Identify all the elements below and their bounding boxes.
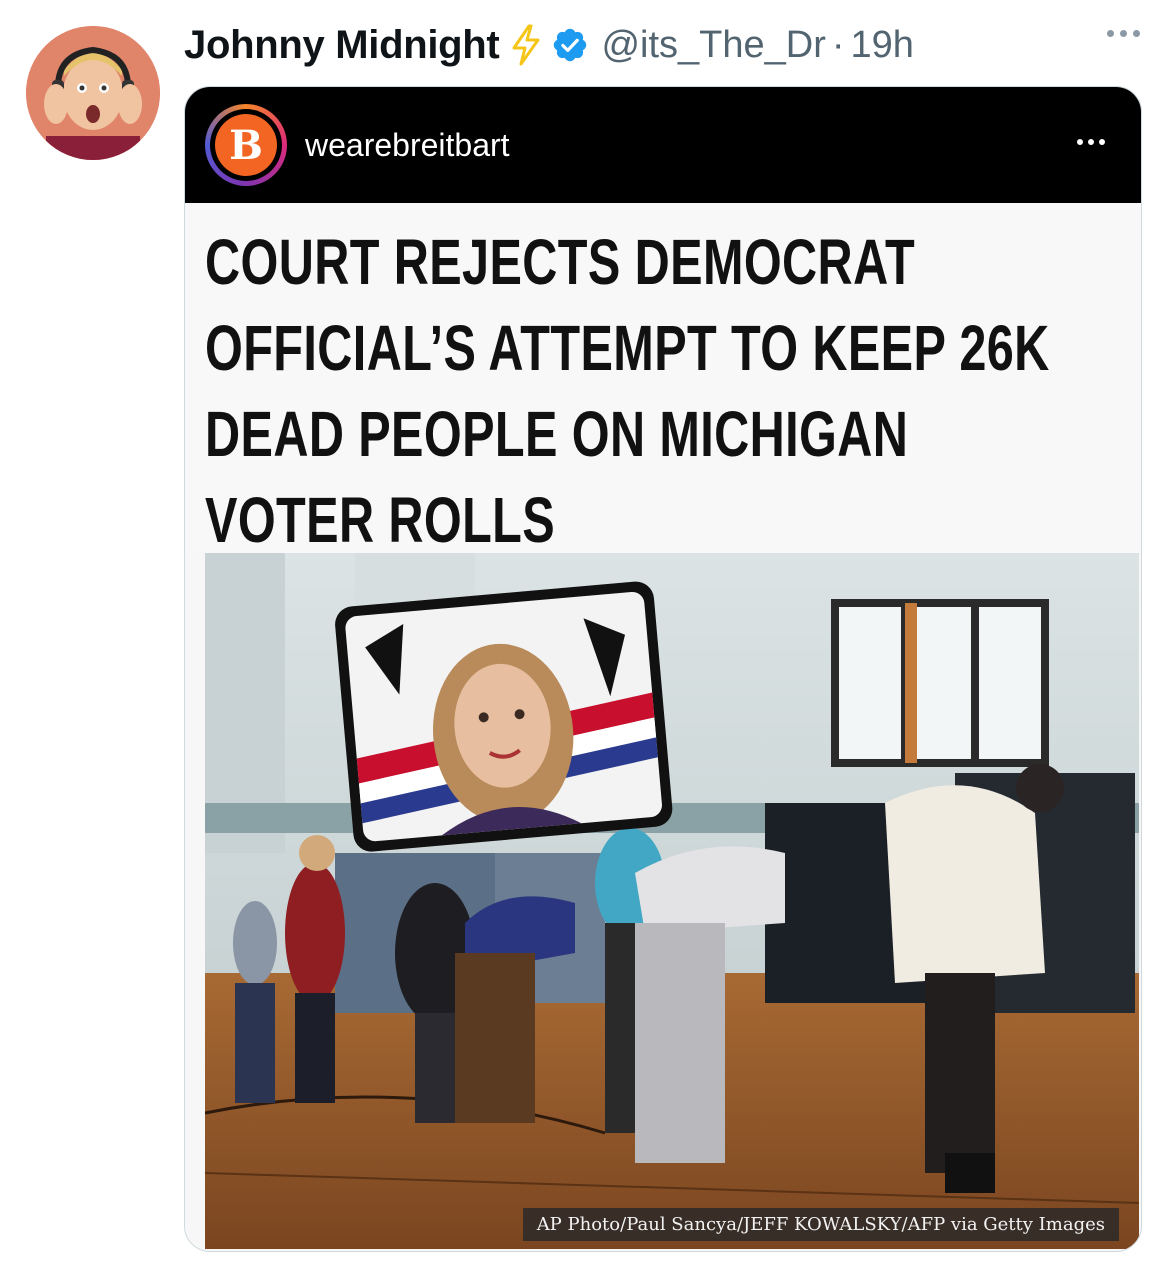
headline-area: COURT REJECTS DEMOCRAT OFFICIAL’S ATTEMP… xyxy=(185,203,1141,556)
author-handle[interactable]: @its_The_Dr xyxy=(601,24,825,67)
separator-dot: · xyxy=(831,23,845,66)
gym-windows xyxy=(831,599,1049,767)
headline-line: DEAD PEOPLE ON MICHIGAN xyxy=(205,398,909,470)
polling-place-photo xyxy=(205,553,1139,1249)
lightning-bolt-icon xyxy=(509,24,543,66)
avatar-image xyxy=(26,26,160,160)
headline-line: VOTER ROLLS xyxy=(205,484,556,556)
photo-caption: AP Photo/Paul Sancya/JEFF KOWALSKY/AFP v… xyxy=(522,1208,1119,1241)
tweet-timestamp[interactable]: 19h xyxy=(851,24,914,67)
author-display-name[interactable]: Johnny Midnight xyxy=(184,23,500,68)
news-photo: AP Photo/Paul Sancya/JEFF KOWALSKY/AFP v… xyxy=(205,553,1139,1249)
headline-line: OFFICIAL’S ATTEMPT TO KEEP 26K xyxy=(205,312,1050,384)
logo-letter: B xyxy=(215,114,277,176)
embedded-account-name[interactable]: wearebreitbart xyxy=(305,127,510,164)
account-logo[interactable]: B xyxy=(205,104,287,186)
tweet-media[interactable]: B wearebreitbart COURT REJECTS DEMOCRAT … xyxy=(184,86,1142,1252)
avatar[interactable] xyxy=(26,26,160,160)
embedded-post-header: B wearebreitbart xyxy=(185,87,1141,203)
inset-portrait xyxy=(335,581,673,852)
headline: COURT REJECTS DEMOCRAT OFFICIAL’S ATTEMP… xyxy=(205,219,1050,563)
embedded-more-icon[interactable] xyxy=(1077,139,1105,145)
more-options-icon[interactable] xyxy=(1107,30,1140,37)
tweet-header: Johnny Midnight @its_The_Dr · 19h xyxy=(184,20,1140,70)
verified-badge-icon[interactable] xyxy=(551,26,589,64)
headline-line: COURT REJECTS DEMOCRAT xyxy=(205,226,916,298)
